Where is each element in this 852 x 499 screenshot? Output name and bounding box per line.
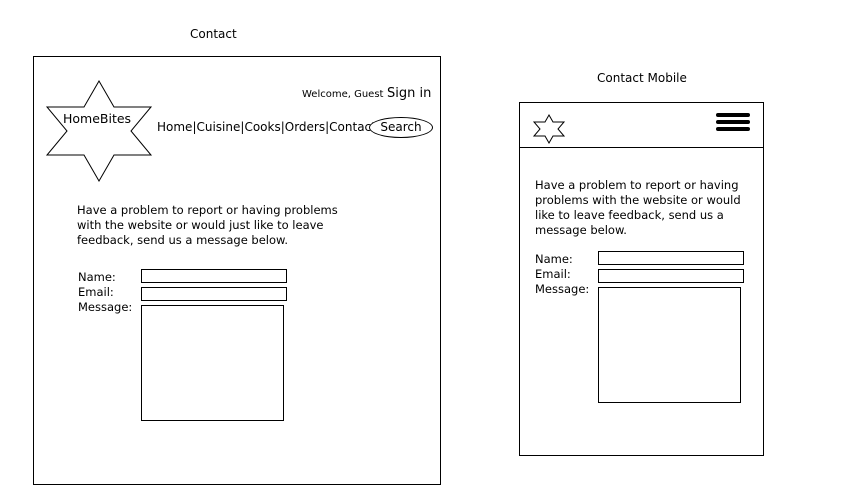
intro-line: Have a problem to report or having probl… [77,203,338,217]
nav-orders[interactable]: Orders [285,120,325,134]
star-icon[interactable] [532,114,566,144]
logo-text: HomeBites [63,111,132,126]
intro-text: Have a problem to report or having probl… [77,203,338,248]
intro-line: message below. [535,223,627,237]
mobile-name-label: Name: [535,252,573,266]
hamburger-icon[interactable] [716,113,750,133]
search-button[interactable]: Search [369,117,433,138]
message-textarea[interactable] [141,305,284,421]
message-label: Message: [78,300,133,314]
intro-line: Have a problem to report or having [535,178,739,192]
nav-cuisine[interactable]: Cuisine [196,120,240,134]
mobile-caption: Contact Mobile [597,71,687,85]
mobile-email-label: Email: [535,267,571,281]
intro-line: like to leave feedback, send us a [535,208,724,222]
mobile-name-input[interactable] [598,251,744,265]
intro-line: problems with the website or would [535,193,741,207]
sign-in-link[interactable]: Sign in [387,86,431,101]
desktop-frame: HomeBites Welcome, Guest Sign in Home|Cu… [33,56,441,485]
nav-cooks[interactable]: Cooks [244,120,280,134]
logo-star-icon[interactable] [44,79,154,183]
mobile-frame: Have a problem to report or having probl… [519,102,764,456]
name-label: Name: [78,270,116,284]
intro-line: feedback, send us a message below. [77,233,289,247]
desktop-caption: Contact [190,27,237,41]
mobile-message-label: Message: [535,282,590,296]
mobile-header-divider [520,147,763,148]
email-input[interactable] [141,287,287,301]
mobile-message-textarea[interactable] [598,287,741,403]
welcome-text: Welcome, Guest [302,89,384,100]
intro-line: with the website or would just like to l… [77,218,324,232]
email-label: Email: [78,285,114,299]
name-input[interactable] [141,269,287,283]
nav-home[interactable]: Home [157,120,192,134]
mobile-email-input[interactable] [598,269,744,283]
main-nav: Home|Cuisine|Cooks|Orders|Contact [157,120,376,134]
mobile-intro-text: Have a problem to report or having probl… [535,178,741,238]
